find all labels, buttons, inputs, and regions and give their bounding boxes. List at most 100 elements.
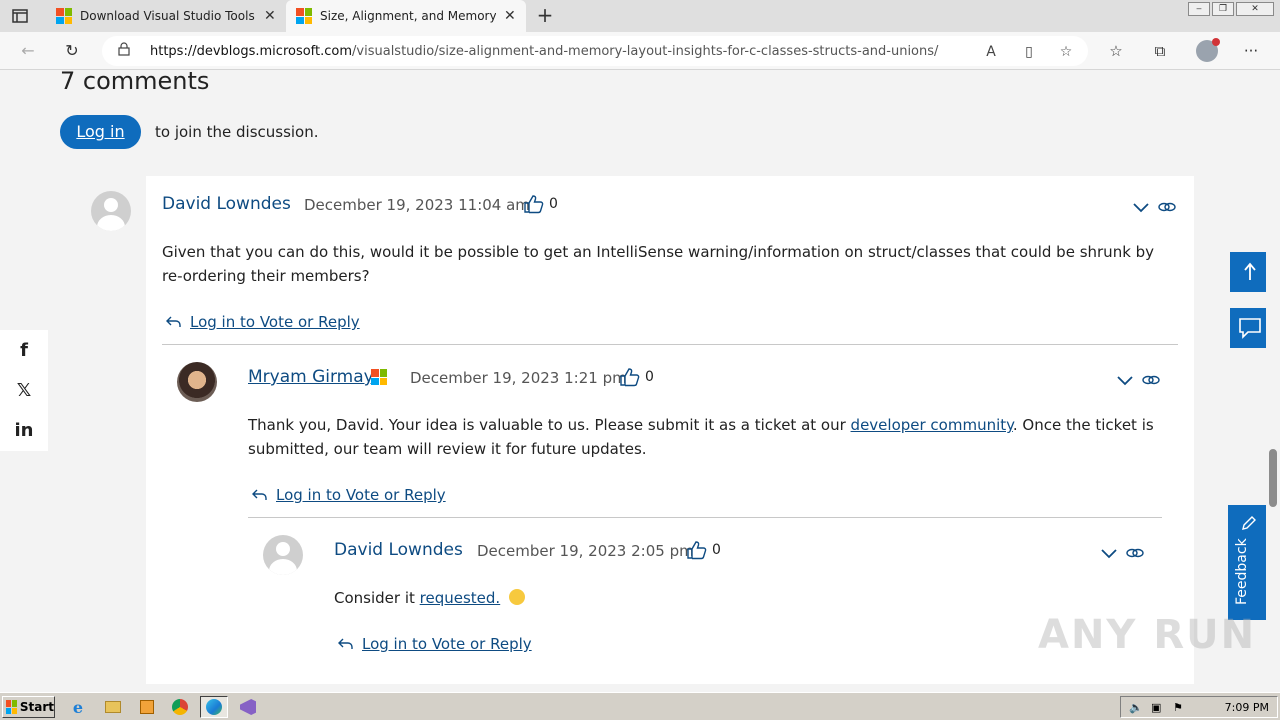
comment-body: Thank you, David. Your idea is valuable … [248,413,1158,461]
tab-actions-icon[interactable] [8,6,32,26]
vote-reply-link[interactable]: Log in to Vote or Reply [338,635,532,653]
reply-icon [252,489,267,500]
reply-label: Log in to Vote or Reply [276,486,446,504]
restore-icon[interactable]: ❐ [1212,2,1234,16]
edge-icon[interactable] [200,696,228,718]
add-favorite-icon[interactable]: ☆ [1057,44,1075,60]
volume-icon[interactable]: 🔈 [1129,701,1143,715]
vote-reply-link[interactable]: Log in to Vote or Reply [166,313,360,331]
divider [248,517,1162,518]
ie-icon[interactable]: e [64,696,92,718]
system-tray: 🔈 ▣ ⚑ 7:09 PM [1120,696,1278,718]
arrow-up-icon [1244,262,1256,280]
x-twitter-icon[interactable]: 𝕏 [0,370,48,410]
clock: 7:09 PM [1224,700,1269,714]
comment-author[interactable]: David Lowndes [162,194,291,214]
read-aloud-icon[interactable]: A [982,44,1000,60]
comment-date: December 19, 2023 1:21 pm [410,369,627,387]
media-player-icon[interactable] [133,696,161,718]
comment-date: December 19, 2023 11:04 am [304,196,530,214]
chat-icon [1239,318,1261,339]
thumbs-up-icon [687,541,707,560]
network-icon[interactable]: ▣ [1151,701,1165,715]
new-tab-icon[interactable]: + [534,4,556,26]
link-icon[interactable] [1142,373,1160,387]
chevron-down-icon[interactable] [1132,200,1150,214]
social-share-bar: f 𝕏 in [0,330,48,451]
feedback-button[interactable]: Feedback [1228,505,1266,620]
tab-size-alignment[interactable]: Size, Alignment, and Memory Lay ✕ [286,0,526,32]
like-button[interactable]: 0 [523,194,558,214]
flag-icon[interactable]: ⚑ [1173,701,1187,715]
taskbar: Start e 🔈 ▣ ⚑ 7:09 PM [0,692,1280,720]
immersive-reader-icon[interactable]: ▯ [1020,44,1038,60]
requested-link[interactable]: requested. [420,589,501,607]
back-to-top-button[interactable] [1230,252,1266,292]
profile-avatar[interactable] [1196,38,1220,62]
link-icon[interactable] [1158,200,1176,214]
collections-icon[interactable]: ⧉ [1149,41,1171,61]
tab-title: Size, Alignment, and Memory Lay [320,9,496,23]
favorites-icon[interactable]: ☆ [1105,41,1127,61]
start-button[interactable]: Start [2,696,55,718]
tab-bar: Download Visual Studio Tools - In ✕ Size… [0,0,1280,32]
comment-text: Consider it [334,589,420,607]
comments-count-heading: 7 comments [60,71,210,95]
developer-community-link[interactable]: developer community [851,416,1013,434]
minimize-icon[interactable]: ‒ [1188,2,1210,16]
facebook-icon[interactable]: f [0,330,48,370]
microsoft-logo-icon [371,369,387,385]
url-host: https://devblogs.microsoft.com [150,43,353,59]
comment-author[interactable]: Mryam Girmay [248,367,374,387]
reply-label: Log in to Vote or Reply [190,313,360,331]
chrome-icon[interactable] [166,696,194,718]
microsoft-logo-icon [56,8,72,24]
page-content: 7 comments Log in to join the discussion… [0,71,1266,692]
close-window-icon[interactable]: ✕ [1236,2,1274,16]
more-options-icon[interactable]: ··· [1240,41,1262,61]
window-controls: ‒ ❐ ✕ [1188,2,1274,16]
windows-logo-icon [6,700,17,714]
chevron-down-icon[interactable] [1100,546,1118,560]
avatar [91,191,131,231]
visual-studio-icon[interactable] [234,696,262,718]
like-button[interactable]: 0 [686,540,721,560]
address-bar[interactable]: https://devblogs.microsoft.com/visualstu… [102,36,1088,66]
like-count: 0 [712,542,721,558]
login-button[interactable]: Log in [60,115,141,149]
link-icon[interactable] [1126,546,1144,560]
url-path: /visualstudio/size-alignment-and-memory-… [352,43,939,59]
page-scrollbar[interactable] [1266,71,1280,692]
back-icon[interactable]: ← [18,41,38,61]
folder-icon[interactable] [99,696,127,718]
tab-title: Download Visual Studio Tools - In [80,9,256,23]
like-button[interactable]: 0 [619,367,654,387]
avatar [177,362,217,402]
navigation-bar: ← ↻ https://devblogs.microsoft.com/visua… [0,32,1280,70]
microsoft-logo-icon [296,8,312,24]
comment-text: Thank you, David. Your idea is valuable … [248,416,851,434]
comments-card: David Lowndes December 19, 2023 11:04 am… [91,176,1194,684]
scrollbar-thumb[interactable] [1269,449,1277,507]
url-text: https://devblogs.microsoft.com/visualstu… [150,44,938,59]
chat-button[interactable] [1230,308,1266,348]
close-tab-icon[interactable]: ✕ [264,8,276,24]
join-discussion-text: to join the discussion. [155,123,319,141]
like-count: 0 [549,196,558,212]
comment-body: Consider it requested. [334,586,934,610]
feedback-label: Feedback [1234,538,1250,605]
tab-download-vs[interactable]: Download Visual Studio Tools - In ✕ [46,0,286,32]
smiley-emoji-icon [508,589,525,605]
linkedin-icon[interactable]: in [0,410,48,450]
comment-author[interactable]: David Lowndes [334,540,463,560]
avatar [263,535,303,575]
chevron-down-icon[interactable] [1116,373,1134,387]
start-label: Start [19,700,54,714]
reply-icon [166,316,181,327]
close-tab-icon[interactable]: ✕ [504,8,516,24]
divider [162,344,1178,345]
comment-body: Given that you can do this, would it be … [162,243,1155,285]
vote-reply-link[interactable]: Log in to Vote or Reply [252,486,446,504]
like-count: 0 [645,369,654,385]
refresh-icon[interactable]: ↻ [62,41,82,61]
